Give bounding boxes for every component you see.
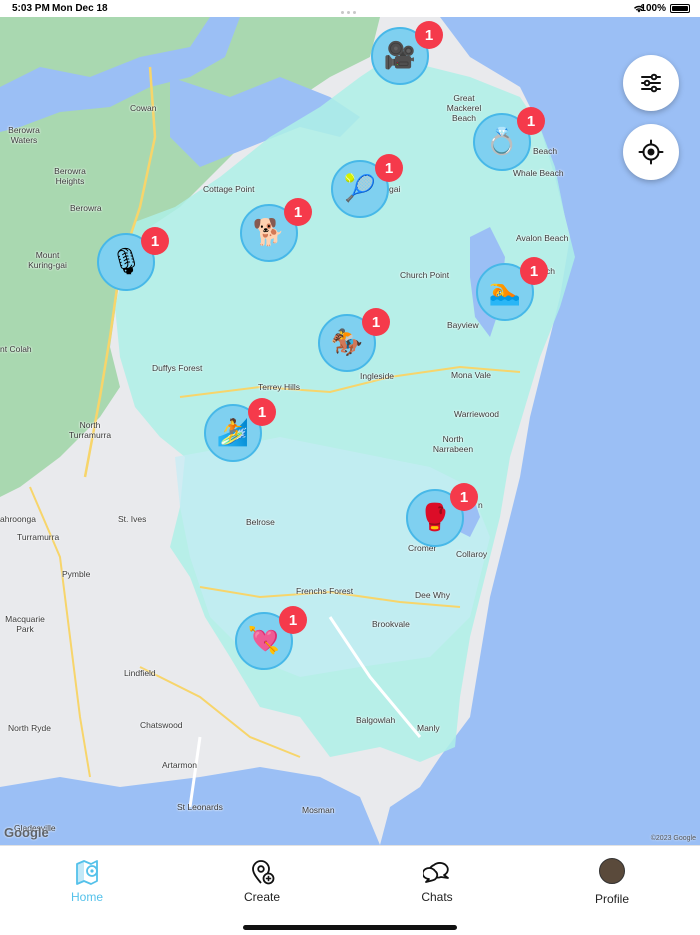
- event-marker-movie-camera[interactable]: 🎥 1: [371, 21, 443, 85]
- map-label: Collaroy: [456, 549, 488, 559]
- event-marker-boxing[interactable]: 🥊 1: [406, 483, 478, 547]
- tab-create-label: Create: [243, 890, 281, 904]
- map-label: North Turramurra: [68, 420, 112, 440]
- event-count-badge: 1: [450, 483, 478, 511]
- tab-create[interactable]: Create: [202, 858, 322, 904]
- event-count-badge: 1: [375, 154, 403, 182]
- map-label: Berowra: [70, 203, 102, 213]
- map-label: Great Mackerel Beach: [446, 93, 482, 123]
- movie-camera-icon: 🎥: [383, 41, 417, 71]
- horse-racing-icon: 🏇: [330, 328, 364, 358]
- map-label: Mount Kuring-gai: [28, 250, 67, 270]
- home-indicator[interactable]: [243, 925, 457, 930]
- map-label: Balgowlah: [356, 715, 396, 725]
- event-marker-dog[interactable]: 🐕 1: [240, 198, 312, 262]
- event-count-badge: 1: [141, 227, 169, 255]
- event-marker-heart[interactable]: 💘 1: [235, 606, 307, 670]
- map-label: n: [478, 500, 483, 510]
- map-label: St. Ives: [118, 514, 147, 524]
- map-label: Avalon Beach: [516, 233, 569, 243]
- event-marker-surfer[interactable]: 🏄 1: [204, 398, 276, 462]
- event-marker-horse-racing[interactable]: 🏇 1: [318, 308, 390, 372]
- event-marker-microphone[interactable]: 🎙 1: [97, 227, 169, 291]
- map-label: Pymble: [62, 569, 91, 579]
- map-label: Mosman: [302, 805, 335, 815]
- chat-bubbles-icon: [423, 862, 449, 883]
- map-label: Frenchs Forest: [296, 586, 354, 596]
- event-marker-tennis[interactable]: 🎾 1: [331, 154, 403, 218]
- map-label: nt Colah: [0, 344, 32, 354]
- event-count-badge: 1: [362, 308, 390, 336]
- status-bar: 5:03 PM Mon Dec 18 100%: [0, 0, 700, 17]
- locate-crosshair-icon: [638, 139, 664, 165]
- map-label: Beach: [533, 146, 558, 156]
- status-time: 5:03 PM: [12, 3, 50, 14]
- map-label: Terrey Hills: [258, 382, 301, 392]
- map-label: Macquarie Park: [5, 614, 45, 634]
- tab-chats[interactable]: Chats: [377, 858, 497, 904]
- filter-sliders-icon: [641, 73, 661, 93]
- event-marker-ring[interactable]: 💍 1: [473, 107, 545, 171]
- map-label: Chatswood: [140, 720, 183, 730]
- heart-arrow-icon: 💘: [247, 626, 281, 656]
- tab-bar: Home Create Chats Profile: [0, 845, 700, 935]
- event-count-badge: 1: [520, 257, 548, 285]
- filter-button[interactable]: [623, 55, 679, 111]
- map-label: Belrose: [246, 517, 275, 527]
- map-label: St Leonards: [177, 802, 223, 812]
- map-label: Ingleside: [360, 371, 395, 381]
- event-count-badge: 1: [279, 606, 307, 634]
- map-label: Lindfield: [124, 668, 156, 678]
- multitasking-handle[interactable]: [341, 6, 359, 14]
- map-copyright: ©2023 Google: [650, 835, 696, 842]
- microphone-icon: 🎙: [109, 247, 143, 277]
- add-location-icon: [252, 860, 275, 885]
- tab-home-label: Home: [70, 890, 103, 904]
- locate-me-button[interactable]: [623, 124, 679, 180]
- map-view[interactable]: Cowan Berowra Waters Berowra Heights Ber…: [0, 17, 700, 845]
- map-label: Berowra Heights: [54, 166, 86, 186]
- dog-icon: 🐕: [252, 218, 286, 248]
- map-label: Artarmon: [162, 760, 197, 770]
- map-label: Church Point: [400, 270, 450, 280]
- tab-chats-label: Chats: [421, 890, 453, 904]
- event-count-badge: 1: [248, 398, 276, 426]
- map-label: Warriewood: [454, 409, 500, 419]
- map-label: Berowra Waters: [8, 125, 40, 145]
- map-label: Cottage Point: [203, 184, 255, 194]
- map-label: Dee Why: [415, 590, 450, 600]
- map-label: North Narrabeen: [432, 434, 474, 454]
- event-count-badge: 1: [517, 107, 545, 135]
- map-label: Mona Vale: [451, 370, 492, 380]
- map-label: gai: [389, 184, 401, 194]
- map-label: Brookvale: [372, 619, 410, 629]
- tab-profile-label: Profile: [594, 892, 629, 906]
- map-label: ahroonga: [0, 514, 36, 524]
- surfer-icon: 🏄: [216, 418, 250, 448]
- map-label: Cowan: [130, 103, 157, 113]
- boxing-glove-icon: 🥊: [418, 503, 452, 533]
- map-label: Whale Beach: [513, 168, 564, 178]
- event-count-badge: 1: [415, 21, 443, 49]
- battery-icon: [670, 4, 690, 13]
- event-marker-swimmer[interactable]: 🏊 1: [476, 257, 548, 321]
- avatar: [599, 858, 625, 884]
- map-label: North Ryde: [8, 723, 51, 733]
- tab-profile[interactable]: Profile: [552, 858, 672, 906]
- status-date: Mon Dec 18: [52, 3, 108, 14]
- battery-percent: 100%: [640, 3, 666, 14]
- map-label: Bayview: [447, 320, 479, 330]
- tennis-ball-icon: 🎾: [343, 174, 377, 204]
- ring-icon: 💍: [485, 127, 519, 157]
- swimmer-icon: 🏊: [488, 277, 522, 307]
- map-label: Turramurra: [17, 532, 60, 542]
- map-label: Duffys Forest: [152, 363, 203, 373]
- map-label: Manly: [417, 723, 440, 733]
- map-pin-icon: [76, 860, 98, 885]
- google-logo: Google: [4, 825, 49, 840]
- event-count-badge: 1: [284, 198, 312, 226]
- tab-home[interactable]: Home: [27, 858, 147, 904]
